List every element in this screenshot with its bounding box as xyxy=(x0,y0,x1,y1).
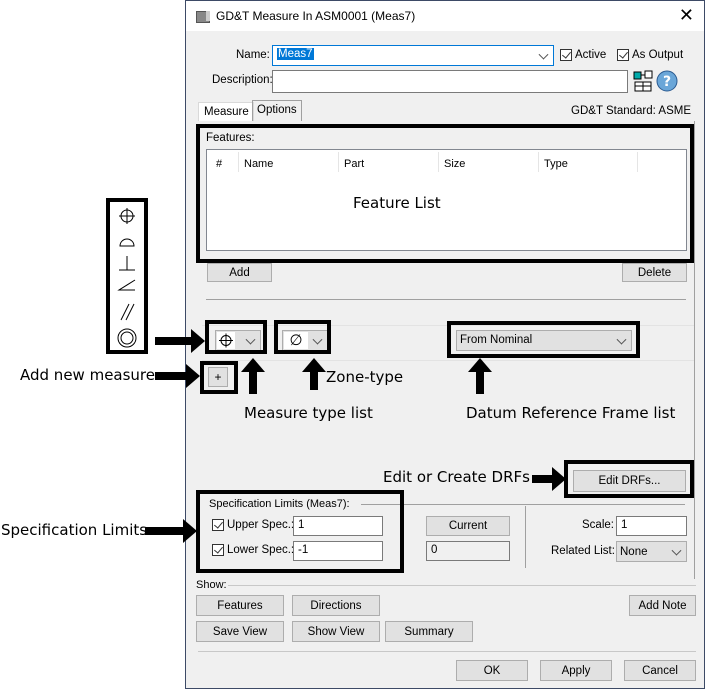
tab-measure-label: Measure xyxy=(204,106,249,118)
measure-type-highlight xyxy=(205,320,267,354)
features-button[interactable]: Features xyxy=(196,595,284,616)
gdt-standard-label: GD&T Standard: ASME xyxy=(571,105,691,117)
description-label: Description: xyxy=(212,74,273,86)
feature-list-highlight xyxy=(196,124,694,263)
separator xyxy=(206,299,686,300)
arrow-to-add-measure xyxy=(155,364,200,388)
directions-button[interactable]: Directions xyxy=(292,595,380,616)
ok-button[interactable]: OK xyxy=(456,660,528,681)
save-view-button[interactable]: Save View xyxy=(196,621,284,642)
arrow-up-drf xyxy=(468,358,492,394)
feature-list-annotation: Feature List xyxy=(353,194,441,212)
show-line xyxy=(228,585,696,586)
as-output-label: As Output xyxy=(632,49,684,61)
as-output-checkbox[interactable] xyxy=(617,49,629,61)
position-symbol-icon xyxy=(119,208,135,224)
spec-limits-annotation: Specification Limits xyxy=(1,521,148,539)
tab-options[interactable]: Options xyxy=(252,100,302,121)
footer-line xyxy=(198,651,696,652)
spec-limits-highlight xyxy=(196,490,404,573)
arrow-to-edit-drfs xyxy=(532,467,566,491)
arrow-up-zone-type xyxy=(302,358,326,390)
profile-symbol-icon xyxy=(119,238,135,247)
perpendicularity-symbol-icon xyxy=(119,256,135,271)
zone-type-highlight xyxy=(274,320,331,354)
close-icon[interactable]: ✕ xyxy=(679,5,694,26)
current-value: 0 xyxy=(426,541,510,561)
drf-list-highlight xyxy=(447,321,640,358)
show-view-button[interactable]: Show View xyxy=(292,621,380,642)
name-label: Name: xyxy=(236,49,270,61)
arrow-up-measure-type xyxy=(241,358,265,394)
related-list-value: None xyxy=(620,546,648,558)
edit-drfs-highlight xyxy=(564,460,694,498)
window-title: GD&T Measure In ASM0001 (Meas7) xyxy=(216,9,416,23)
apply-button[interactable]: Apply xyxy=(540,660,612,681)
name-value: Meas7 xyxy=(277,48,314,60)
spec-group-line xyxy=(361,504,685,505)
angularity-symbol-icon xyxy=(117,279,136,291)
cancel-button[interactable]: Cancel xyxy=(624,660,696,681)
related-list-label: Related List: xyxy=(551,545,615,557)
help-icon[interactable]: ? xyxy=(656,70,678,92)
parallelism-symbol-icon xyxy=(120,303,135,321)
name-combo[interactable]: Meas7 xyxy=(272,45,554,66)
active-checkbox[interactable] xyxy=(560,49,572,61)
arrow-to-spec-limits xyxy=(145,519,197,543)
datum-tool-icon[interactable] xyxy=(633,70,655,92)
summary-button[interactable]: Summary xyxy=(385,621,473,642)
scale-input[interactable]: 1 xyxy=(616,516,687,536)
add-new-measure-annotation: Add new measure xyxy=(20,366,155,384)
edit-create-drfs-annotation: Edit or Create DRFs xyxy=(383,468,530,486)
chevron-down-icon xyxy=(671,545,682,556)
concentricity-symbol-icon xyxy=(117,328,137,348)
description-input[interactable] xyxy=(272,70,628,93)
title-bar: GD&T Measure In ASM0001 (Meas7) ✕ xyxy=(186,1,704,31)
app-icon xyxy=(196,11,210,23)
delete-feature-button[interactable]: Delete xyxy=(622,263,687,282)
measure-type-list-annotation: Measure type list xyxy=(244,404,373,422)
zone-type-annotation: Zone-type xyxy=(326,368,404,386)
add-measure-highlight xyxy=(200,361,238,394)
arrow-to-measure-type xyxy=(155,329,205,353)
symbol-legend xyxy=(106,198,148,354)
show-label: Show: xyxy=(196,579,227,591)
tab-options-label: Options xyxy=(257,104,297,116)
current-button[interactable]: Current xyxy=(426,516,510,536)
drf-list-annotation: Datum Reference Frame list xyxy=(466,404,676,422)
active-label: Active xyxy=(575,49,607,61)
tab-measure[interactable]: Measure xyxy=(198,102,254,123)
scale-label: Scale: xyxy=(582,519,614,531)
related-list-combo[interactable]: None xyxy=(616,541,687,562)
add-note-button[interactable]: Add Note xyxy=(629,595,696,616)
divider xyxy=(525,506,526,568)
add-feature-button[interactable]: Add xyxy=(207,263,272,282)
chevron-down-icon xyxy=(538,49,549,60)
svg-text:?: ? xyxy=(663,74,671,90)
